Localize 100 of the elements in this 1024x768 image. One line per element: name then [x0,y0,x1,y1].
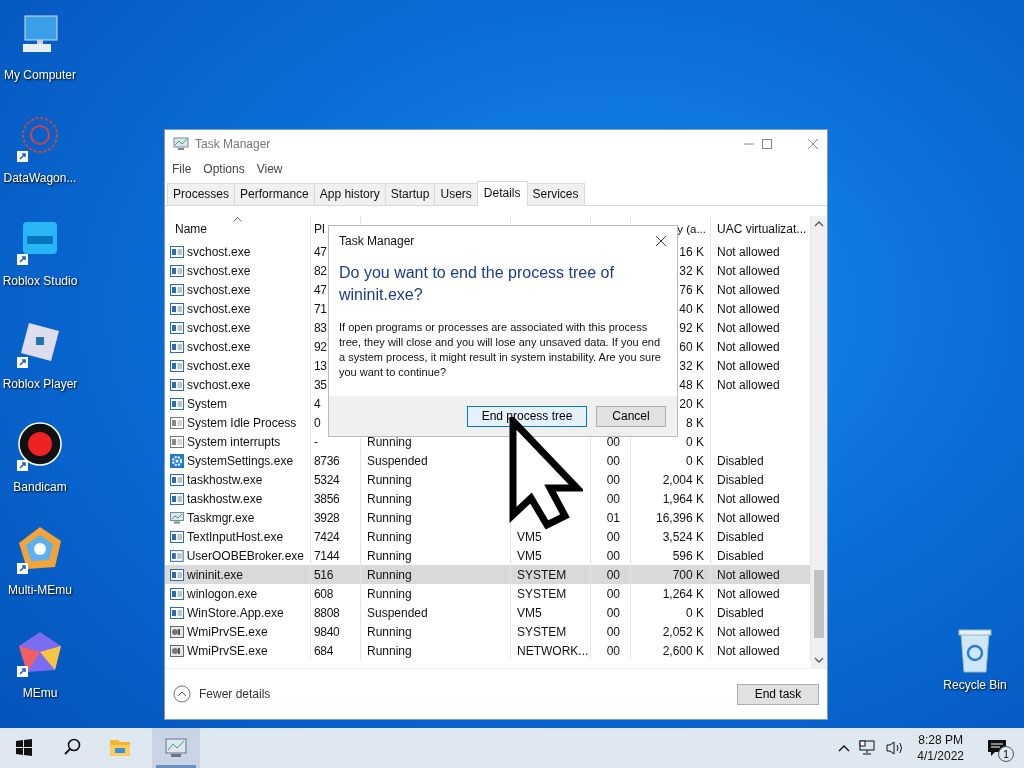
gear-icon [170,453,184,468]
clock-date[interactable]: 4/1/2022 [917,748,964,764]
task-manager-taskbar-icon[interactable] [152,728,200,768]
table-cell: SYSTEM [517,586,567,601]
process-name: wininit.exe [187,567,244,582]
table-cell: 13 [314,358,327,373]
table-cell: Not allowed [717,567,780,582]
table-cell: 32 K [679,263,704,278]
process-name: taskhostw.exe [187,472,263,487]
window-icon [170,321,184,334]
table-cell: Not allowed [717,244,780,259]
network-icon[interactable] [859,740,878,756]
window-icon [170,625,184,638]
column-header[interactable]: y (a... [677,223,706,235]
tab[interactable]: Startup [384,183,436,205]
table-cell: Not allowed [717,263,780,278]
tab[interactable]: Details [476,181,528,206]
table-cell: 40 K [679,301,704,316]
window-icon [170,283,184,296]
menu-item[interactable]: View [256,162,283,176]
menu-item[interactable]: Options [203,162,245,176]
window-icon [170,245,184,258]
table-cell: Suspended [367,605,428,620]
table-cell: Disabled [717,548,764,563]
process-name: svchost.exe [187,244,251,259]
table-cell: 516 [314,567,334,582]
process-name: svchost.exe [187,282,251,297]
tab[interactable]: App history [313,183,386,205]
desktop-icon-label[interactable]: Bandicam [13,480,67,494]
table-cell: 00 [606,586,620,601]
close-icon[interactable] [655,235,667,247]
table-cell: 35 [314,377,327,392]
process-row[interactable]: wininit.exe 516 Running SYSTEM 00 700 K Not allowed [165,565,811,584]
notification-count-badge: 1 [998,746,1014,762]
window-icon [170,378,184,391]
table-cell: 00 [606,453,620,468]
monitor-icon [173,137,189,151]
window-icon [170,397,184,410]
table-cell: Not allowed [717,491,780,506]
window-icon [170,530,184,543]
desktop-icon-label[interactable]: Roblox Studio [2,274,78,288]
desktop-icon-label[interactable]: My Computer [4,68,76,82]
desktop-icon-label[interactable]: MEmu [22,686,58,700]
table-cell: SYSTEM [517,624,567,639]
tab[interactable]: Processes [167,183,236,205]
process-name: System interrupts [187,434,281,449]
column-header[interactable]: Name [175,222,207,236]
table-cell: 4 [314,396,321,411]
table-cell: 92 [314,339,327,354]
menu-item[interactable]: File [172,162,192,176]
monitor-icon [170,511,184,524]
table-cell: Running [367,586,412,601]
desktop-icon-label[interactable]: Multi-MEmu [8,583,72,597]
tab[interactable]: Services [526,183,585,205]
table-cell: 0 K [686,453,704,468]
table-cell: 76 K [679,282,704,297]
cancel-button[interactable]: Cancel [596,405,666,427]
table-cell: Not allowed [717,301,780,316]
table-cell: 2,600 K [662,643,704,658]
record-icon[interactable] [15,422,65,472]
table-cell: Running [367,529,412,544]
process-row[interactable]: WmiPrvSE.exe 9840 Running SYSTEM 00 2,052 K Not allowed [165,622,811,641]
table-cell: 3928 [314,510,340,525]
process-row[interactable]: WinStore.App.exe 8808 Suspended VM5 00 0 K Disabled [165,603,811,622]
column-header[interactable]: PI [314,222,325,236]
tab[interactable]: Users [434,183,478,205]
process-name: WinStore.App.exe [187,605,284,620]
window-icon [170,549,184,562]
column-header[interactable]: UAC virtualizat... [717,222,807,236]
desktop-icon-label[interactable]: Roblox Player [2,377,78,391]
table-cell: SYSTEM [517,567,567,582]
table-cell: Not allowed [717,358,780,373]
window-icon [170,264,184,277]
chevron-up-icon[interactable] [837,743,852,753]
table-cell: 82 [314,263,327,278]
process-name: System [187,396,227,411]
process-row[interactable]: winlogon.exe 608 Running SYSTEM 00 1,264 K Not allowed [165,584,811,603]
fewer-details-link[interactable]: Fewer details [173,685,271,703]
table-cell: 2,004 K [662,472,704,487]
table-cell: 00 [606,472,620,487]
scrollbar-thumb[interactable] [814,570,824,638]
table-cell: 92 K [679,320,704,335]
desktop-icon-label[interactable]: Recycle Bin [943,678,1007,692]
table-cell: 47 [314,282,327,297]
desktop-icon-label[interactable]: DataWagon... [3,171,77,185]
table-cell: Running [367,624,412,639]
table-cell: 16,396 K [655,510,704,525]
process-row[interactable]: WmiPrvSE.exe 684 Running NETWORK... 00 2,600 K Not allowed [165,641,811,660]
table-cell: VM5 [517,605,542,620]
process-name: TextInputHost.exe [187,529,284,544]
maximize-icon[interactable] [761,138,773,150]
end-task-button[interactable]: End task [737,683,819,705]
recycle-bin-icon[interactable] [955,626,995,674]
tab[interactable]: Performance [234,183,315,205]
table-cell: Disabled [717,472,764,487]
table-cell: Not allowed [717,320,780,335]
clock-time[interactable]: 8:28 PM [918,732,963,748]
table-cell: 2,052 K [662,624,704,639]
table-cell: 8736 [314,453,340,468]
window-icon [170,359,184,372]
